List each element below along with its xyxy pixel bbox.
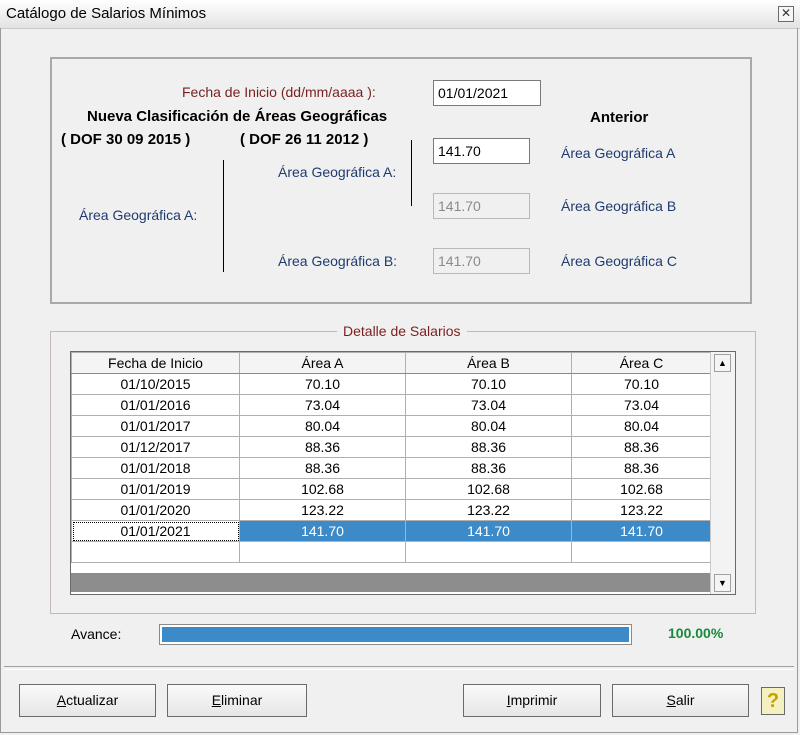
eliminar-label: liminar [221,692,263,708]
row-amount-cell[interactable]: 80.04 [239,415,406,437]
row-amount-cell[interactable]: 70.10 [571,373,712,395]
imprimir-button[interactable]: Imprimir [463,684,601,717]
row-amount-cell[interactable]: 102.68 [571,478,712,500]
row-amount-cell[interactable]: 123.22 [405,499,572,521]
scroll-up-arrow-icon[interactable]: ▲ [714,354,731,372]
anterior-heading: Anterior [590,109,649,126]
column-header-area-a[interactable]: Área A [239,352,406,374]
empty-cell [571,541,712,563]
row-amount-cell[interactable]: 123.22 [571,499,712,521]
grid-empty-area [71,573,711,592]
actualizar-hotkey: A [56,692,67,708]
close-icon[interactable]: ✕ [778,6,794,22]
avance-label: Avance: [71,626,122,642]
row-amount-cell[interactable]: 88.36 [405,457,572,479]
salir-hotkey: S [666,692,676,708]
row-amount-cell[interactable]: 73.04 [571,394,712,416]
row-amount-cell[interactable]: 88.36 [239,436,406,458]
imprimir-label: mprimir [510,692,558,708]
row-amount-cell[interactable]: 123.22 [239,499,406,521]
table-header-row: Fecha de Inicio Área A Área B Área C [71,352,712,374]
grid-vertical-scrollbar[interactable]: ▲ ▼ [710,352,735,594]
row-date-cell[interactable]: 01/01/2019 [71,478,240,500]
row-date-cell[interactable]: 01/12/2017 [71,436,240,458]
row-amount-cell[interactable]: 80.04 [571,415,712,437]
table-row[interactable]: 01/12/2017 88.36 88.36 88.36 [71,436,712,458]
row-date-cell[interactable]: 01/01/2020 [71,499,240,521]
row-amount-cell[interactable]: 141.70 [571,520,712,542]
actualizar-button[interactable]: Actualizar [19,684,156,717]
column-header-area-c[interactable]: Área C [571,352,712,374]
avance-percent: 100.00% [668,625,724,641]
table-row-empty [71,541,712,563]
nueva-clasificacion-heading: Nueva Clasificación de Áreas Geográficas [87,108,388,125]
anterior-area-c-label: Área Geográfica C [561,253,677,269]
table-row[interactable]: 01/10/2015 70.10 70.10 70.10 [71,373,712,395]
row-amount-cell[interactable]: 141.70 [405,520,572,542]
actualizar-label: ctualizar [66,692,119,708]
table-row[interactable]: 01/01/2019 102.68 102.68 102.68 [71,478,712,500]
area-a-value-input[interactable] [433,138,530,164]
row-amount-cell[interactable]: 102.68 [405,478,572,500]
fecha-inicio-input[interactable] [433,80,541,106]
table-row[interactable]: 01/01/2021 141.70 141.70 141.70 [71,520,712,542]
empty-cell [405,541,572,563]
scroll-down-arrow-icon[interactable]: ▼ [714,574,731,592]
row-amount-cell[interactable]: 102.68 [239,478,406,500]
title-bar: Catálogo de Salarios Mínimos ✕ [0,0,800,29]
row-amount-cell[interactable]: 88.36 [571,436,712,458]
dof-2015-label: ( DOF 30 09 2015 ) [61,131,191,148]
area-a-left-label: Área Geográfica A: [79,207,198,223]
window-title: Catálogo de Salarios Mínimos [6,5,207,22]
row-amount-cell[interactable]: 70.10 [405,373,572,395]
area-b-value-input [433,193,530,219]
dof-2012-label: ( DOF 26 11 2012 ) [240,131,369,148]
row-amount-cell[interactable]: 88.36 [239,457,406,479]
row-date-cell[interactable]: 01/01/2017 [71,415,240,437]
fecha-inicio-label: Fecha de Inicio (dd/mm/aaaa ): [182,84,376,100]
area-b-mid-label: Área Geográfica B: [278,253,398,269]
table-row[interactable]: 01/01/2020 123.22 123.22 123.22 [71,499,712,521]
empty-cell [239,541,406,563]
row-amount-cell[interactable]: 80.04 [405,415,572,437]
anterior-area-a-label: Área Geográfica A [561,145,676,161]
area-a-mid-label: Área Geográfica A: [278,164,397,180]
button-separator [4,666,794,670]
question-mark-icon[interactable]: ? [761,687,785,715]
detalle-salarios-title: Detalle de Salarios [337,323,467,339]
column-header-fecha[interactable]: Fecha de Inicio [71,352,240,374]
eliminar-hotkey: E [211,692,222,708]
row-date-cell[interactable]: 01/10/2015 [71,373,240,395]
table-row[interactable]: 01/01/2018 88.36 88.36 88.36 [71,457,712,479]
empty-cell [71,541,240,563]
row-amount-cell[interactable]: 141.70 [239,520,406,542]
row-date-cell[interactable]: 01/01/2018 [71,457,240,479]
area-c-value-input [433,248,530,274]
salarios-grid[interactable]: Fecha de Inicio Área A Área B Área C 01/… [70,351,736,595]
divider-line-mid [411,140,412,206]
row-date-cell[interactable]: 01/01/2021 [71,520,240,542]
table-row[interactable]: 01/01/2017 80.04 80.04 80.04 [71,415,712,437]
column-header-area-b[interactable]: Área B [405,352,572,374]
salir-label: alir [675,692,695,708]
anterior-area-b-label: Área Geográfica B [561,198,677,214]
row-amount-cell[interactable]: 73.04 [405,394,572,416]
table-row[interactable]: 01/01/2016 73.04 73.04 73.04 [71,394,712,416]
row-date-cell[interactable]: 01/01/2016 [71,394,240,416]
avance-progress-fill [162,627,629,642]
eliminar-button[interactable]: Eliminar [167,684,307,717]
salarios-table: Fecha de Inicio Área A Área B Área C 01/… [71,352,712,563]
row-amount-cell[interactable]: 88.36 [571,457,712,479]
avance-progress-bar [159,624,632,645]
divider-line-left [223,160,224,272]
row-amount-cell[interactable]: 88.36 [405,436,572,458]
salir-button[interactable]: Salir [612,684,749,717]
row-amount-cell[interactable]: 70.10 [239,373,406,395]
row-amount-cell[interactable]: 73.04 [239,394,406,416]
